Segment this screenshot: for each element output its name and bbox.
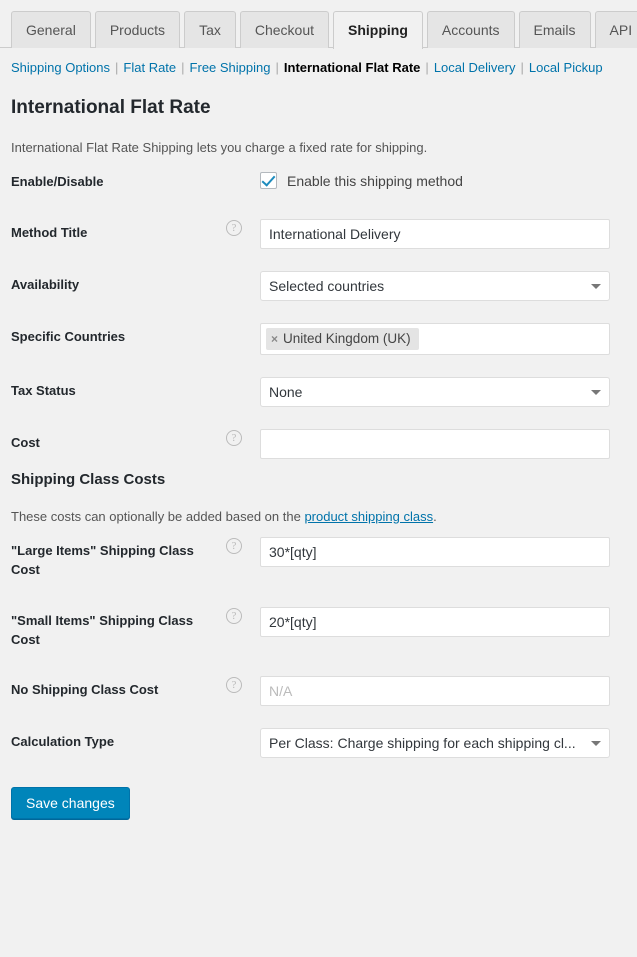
availability-select[interactable]: Selected countries (260, 271, 610, 302)
field-cost (260, 418, 626, 470)
label-tax-status: Tax Status (11, 383, 76, 399)
subnav-item-local-delivery[interactable]: Local Delivery (434, 60, 516, 75)
row-small-items-cost: "Small Items" Shipping Class Cost ? (11, 596, 626, 666)
help-cell-empty (226, 717, 260, 769)
help-icon[interactable]: ? (226, 430, 242, 447)
product-shipping-class-link[interactable]: product shipping class (304, 509, 433, 524)
tab-general[interactable]: General (11, 11, 91, 48)
help-cell-small-items: ? (226, 596, 260, 666)
main-settings-table: Enable/Disable Enable this shipping meth… (11, 157, 626, 470)
row-tax-status: Tax Status None (11, 366, 626, 418)
label-small-items-cost: "Small Items" Shipping Class Cost (11, 612, 194, 647)
country-token: × United Kingdom (UK) (266, 328, 419, 351)
page-description: International Flat Rate Shipping lets yo… (11, 139, 428, 155)
tab-accounts[interactable]: Accounts (426, 11, 515, 48)
help-icon[interactable]: ? (226, 538, 242, 555)
tax-status-select[interactable]: None (260, 377, 610, 408)
subnav-separator: | (181, 60, 185, 75)
settings-content: International Flat Rate International Fl… (0, 96, 637, 769)
tab-products[interactable]: Products (94, 11, 181, 48)
save-changes-button[interactable]: Save changes (11, 787, 130, 820)
shipping-class-costs-title: Shipping Class Costs (11, 471, 166, 489)
help-cell-cost: ? (226, 418, 260, 470)
method-title-input[interactable] (260, 219, 610, 250)
shipping-class-costs-description: These costs can optionally be added base… (11, 507, 626, 527)
tab-emails[interactable]: Emails (518, 11, 591, 48)
subnav-item-free-shipping[interactable]: Free Shipping (190, 60, 271, 75)
row-cost: Cost ? (11, 418, 626, 470)
tab-checkout[interactable]: Checkout (239, 11, 330, 48)
description-text-after: . (433, 508, 437, 524)
subnav-item-flat-rate[interactable]: Flat Rate (123, 60, 176, 75)
label-large-items-cost: "Large Items" Shipping Class Cost (11, 543, 194, 577)
row-calculation-type: Calculation Type Per Class: Charge shipp… (11, 717, 626, 769)
country-token-label: United Kingdom (UK) (283, 331, 411, 347)
field-enable-disable: Enable this shipping method (260, 157, 626, 208)
field-tax-status: None (260, 366, 626, 418)
subnav-separator: | (425, 60, 429, 75)
submit-area: Save changes (0, 769, 637, 820)
label-calculation-type: Calculation Type (11, 734, 115, 750)
small-items-cost-input[interactable] (260, 606, 610, 637)
label-enable-disable: Enable/Disable (11, 174, 104, 190)
specific-countries-multiselect[interactable]: × United Kingdom (UK) (260, 323, 610, 356)
cost-input[interactable] (260, 429, 610, 460)
field-large-items-cost (260, 526, 626, 596)
label-method-title: Method Title (11, 225, 88, 241)
help-icon[interactable]: ? (226, 677, 242, 694)
tab-api[interactable]: API (594, 11, 637, 48)
field-no-shipping-class-cost (260, 665, 626, 717)
shipping-class-settings-table: "Large Items" Shipping Class Cost ? "Sma… (11, 526, 626, 769)
description-text-before: These costs can optionally be added base… (11, 508, 305, 524)
subnav-item-local-pickup[interactable]: Local Pickup (529, 60, 603, 75)
label-cost: Cost (11, 435, 40, 451)
help-icon[interactable]: ? (226, 607, 242, 624)
subnav-item-international-flat-rate[interactable]: International Flat Rate (284, 60, 421, 75)
page-title: International Flat Rate (11, 97, 211, 118)
subnav-separator: | (520, 60, 524, 75)
subnav-separator: | (275, 60, 279, 75)
calculation-type-select[interactable]: Per Class: Charge shipping for each ship… (260, 728, 610, 759)
enable-shipping-method-checkbox[interactable] (260, 172, 277, 190)
help-cell-no-class: ? (226, 665, 260, 717)
no-shipping-class-cost-input[interactable] (260, 676, 610, 707)
row-availability: Availability Selected countries (11, 260, 626, 312)
field-method-title (260, 208, 626, 260)
large-items-cost-input[interactable] (260, 537, 610, 568)
subnav-item-shipping-options[interactable]: Shipping Options (11, 60, 110, 75)
field-specific-countries: × United Kingdom (UK) (260, 312, 626, 366)
row-no-shipping-class-cost: No Shipping Class Cost ? (11, 665, 626, 717)
settings-tab-bar: General Products Tax Checkout Shipping Accoun… (0, 0, 637, 49)
remove-token-icon[interactable]: × (271, 329, 278, 349)
enable-shipping-method-label[interactable]: Enable this shipping method (287, 173, 463, 189)
row-enable-disable: Enable/Disable Enable this shipping meth… (11, 157, 626, 208)
row-specific-countries: Specific Countries × United Kingdom (UK) (11, 312, 626, 366)
row-method-title: Method Title ? (11, 208, 626, 260)
label-availability: Availability (11, 277, 80, 293)
help-icon[interactable]: ? (226, 220, 242, 237)
help-cell-empty (226, 312, 260, 366)
help-cell-empty (226, 260, 260, 312)
field-calculation-type: Per Class: Charge shipping for each ship… (260, 717, 626, 769)
shipping-subnav: Shipping Options | Flat Rate | Free Shipping… (0, 48, 637, 75)
help-cell-empty (226, 157, 260, 208)
row-large-items-cost: "Large Items" Shipping Class Cost ? (11, 526, 626, 596)
help-cell-large-items: ? (226, 526, 260, 596)
help-cell-method-title: ? (226, 208, 260, 260)
field-availability: Selected countries (260, 260, 626, 312)
tab-tax[interactable]: Tax (184, 11, 236, 48)
label-specific-countries: Specific Countries (11, 329, 126, 345)
subnav-separator: | (115, 60, 119, 75)
help-cell-empty (226, 366, 260, 418)
field-small-items-cost (260, 596, 626, 666)
label-no-shipping-class-cost: No Shipping Class Cost (11, 682, 159, 698)
tab-shipping[interactable]: Shipping (333, 11, 423, 49)
